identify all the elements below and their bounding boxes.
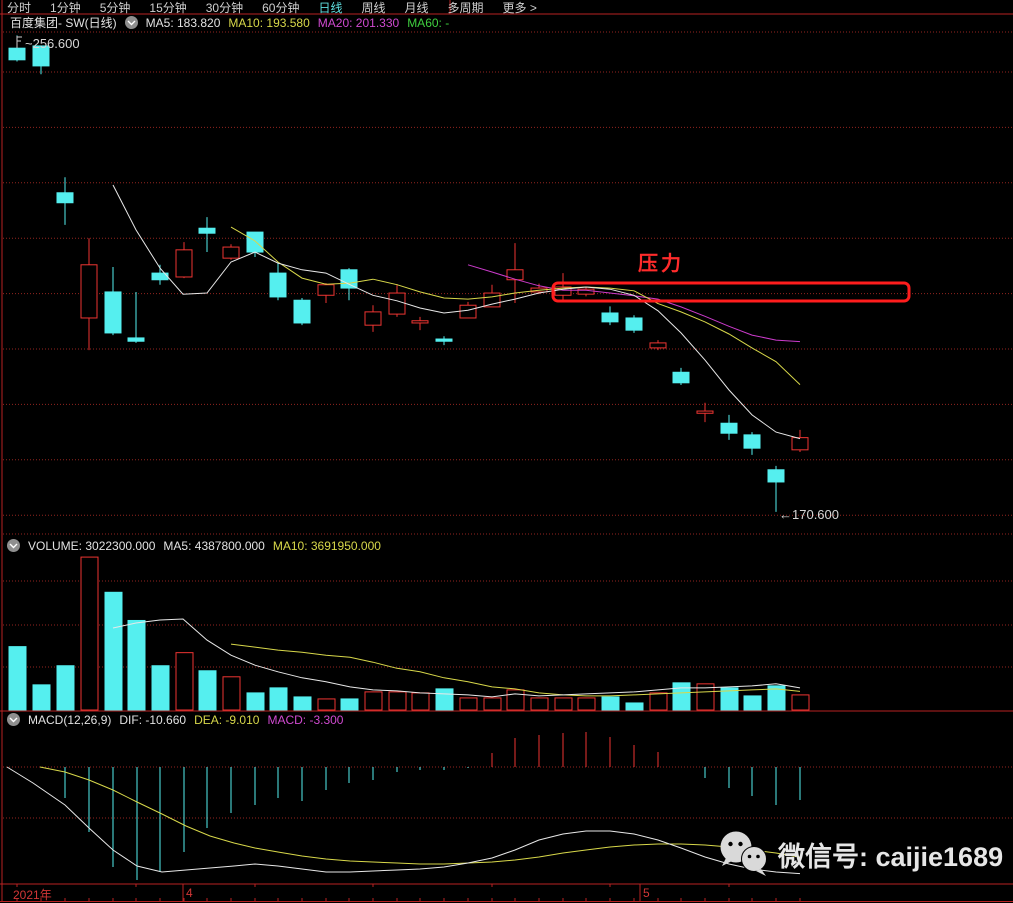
volume-bar-19 xyxy=(459,697,478,711)
candle-4 xyxy=(104,267,122,336)
volume-bar-12 xyxy=(293,696,312,711)
volume-bar-27 xyxy=(649,692,668,711)
menu-item-9[interactable]: 多周期 xyxy=(448,0,484,16)
ma5-line xyxy=(112,184,801,440)
macd-indicator-row: MACD(12,26,9) DIF: -10.660 DEA: -9.010 M… xyxy=(7,712,343,727)
volume-bar-20 xyxy=(483,697,502,711)
candle-31 xyxy=(743,432,761,455)
ma20-value: MA20: 201.330 xyxy=(317,15,400,30)
volume-ma10-line xyxy=(230,643,801,697)
menu-item-7[interactable]: 周线 xyxy=(361,0,385,16)
volume-indicator-row: VOLUME: 3022300.000 MA5: 4387800.000 MA1… xyxy=(7,538,381,553)
collapse-chevron-icon[interactable] xyxy=(7,713,20,726)
candle-23 xyxy=(554,273,572,302)
candle-15 xyxy=(364,305,382,332)
ma10-value: MA10: 193.580 xyxy=(228,15,310,30)
chart-canvas[interactable] xyxy=(0,0,1013,903)
stock-chart-window: 分时 1分钟 5分钟 15分钟 30分钟 60分钟 日线 周线 月线 多周期 更多 > 百度集团- … xyxy=(0,0,1013,903)
volume-ma5-value: MA5: 4387800.000 xyxy=(163,538,265,553)
candle-10 xyxy=(246,231,264,258)
menu-item-5[interactable]: 60分钟 xyxy=(262,0,299,16)
candle-5 xyxy=(127,291,145,343)
x-axis-label-0: 2021年 xyxy=(13,888,52,902)
menu-item-6[interactable]: 日线 xyxy=(318,0,342,16)
volume-bar-33 xyxy=(791,694,810,711)
volume-bar-14 xyxy=(340,698,359,711)
ma5-value: MA5: 183.820 xyxy=(145,15,221,30)
candle-9 xyxy=(222,244,240,260)
volume-bar-18 xyxy=(435,688,454,711)
wechat-icon xyxy=(720,831,767,876)
menu-item-10[interactable]: 更多 > xyxy=(503,0,537,16)
watermark: 微信号: caijie1689 xyxy=(716,829,1003,879)
volume-bar-26 xyxy=(625,702,644,711)
volume-ma10-value: MA10: 3691950.000 xyxy=(272,538,381,553)
candle-2 xyxy=(56,177,74,225)
candle-7 xyxy=(175,242,193,279)
menu-item-8[interactable]: 月线 xyxy=(405,0,429,16)
dif-line xyxy=(6,766,801,875)
volume-bar-24 xyxy=(577,697,596,711)
volume-bar-1 xyxy=(32,684,51,711)
candle-26 xyxy=(625,315,643,333)
volume-bar-21 xyxy=(506,689,525,711)
macd-value: MACD: -3.300 xyxy=(267,712,344,727)
volume-bar-9 xyxy=(222,676,241,711)
candle-3 xyxy=(80,238,98,351)
x-axis-label-1: 4 xyxy=(186,886,193,900)
volume-bar-23 xyxy=(554,697,573,711)
volume-bar-3 xyxy=(80,556,99,711)
symbol-title: 百度集团- SW(日线) xyxy=(10,16,117,30)
candle-29 xyxy=(696,402,714,423)
candle-11 xyxy=(269,263,287,301)
volume-bar-6 xyxy=(151,665,170,711)
menu-item-4[interactable]: 30分钟 xyxy=(206,0,243,16)
pressure-annotation-label: 压力 xyxy=(638,253,684,275)
low-price-label: ←170.600 xyxy=(779,507,839,522)
volume-bar-25 xyxy=(601,696,620,711)
pressure-annotation-rect xyxy=(551,281,911,303)
dif-value: DIF: -10.660 xyxy=(119,712,187,727)
candle-18 xyxy=(435,336,453,346)
dea-value: DEA: -9.010 xyxy=(194,712,260,727)
candle-33 xyxy=(791,429,809,453)
collapse-chevron-icon[interactable] xyxy=(124,16,138,29)
candle-17 xyxy=(411,316,429,331)
chart-title-row: 百度集团- SW(日线) MA5: 183.820 MA10: 193.580 … xyxy=(10,15,450,31)
timeframe-menubar: 分时 1分钟 5分钟 15分钟 30分钟 60分钟 日线 周线 月线 多周期 更多 > xyxy=(7,0,537,16)
volume-value: VOLUME: 3022300.000 xyxy=(28,538,156,553)
volume-bar-4 xyxy=(104,591,123,711)
candle-28 xyxy=(672,367,690,386)
candle-25 xyxy=(601,306,619,326)
volume-bar-17 xyxy=(411,692,430,711)
volume-bar-2 xyxy=(56,665,75,711)
ma60-value: MA60: - xyxy=(407,15,450,30)
candle-24 xyxy=(577,286,595,297)
x-axis-label-2: 5 xyxy=(643,886,650,900)
volume-bar-10 xyxy=(246,692,265,711)
menu-item-3[interactable]: 15分钟 xyxy=(149,0,186,16)
candle-30 xyxy=(720,414,738,440)
volume-bar-13 xyxy=(317,698,336,711)
volume-bar-16 xyxy=(388,691,407,711)
candle-12 xyxy=(293,298,311,326)
volume-bar-31 xyxy=(743,695,762,711)
high-flag-icon xyxy=(16,36,22,48)
high-price-label: ~256.600 xyxy=(25,36,80,51)
volume-bar-7 xyxy=(175,652,194,711)
collapse-chevron-icon[interactable] xyxy=(7,539,20,552)
volume-bar-22 xyxy=(530,697,549,711)
macd-name: MACD(12,26,9) xyxy=(28,712,112,727)
candle-13 xyxy=(317,283,335,304)
watermark-text: 微信号: caijie1689 xyxy=(778,841,1004,872)
candle-8 xyxy=(198,217,216,253)
volume-bar-5 xyxy=(127,619,146,711)
volume-bar-11 xyxy=(269,687,288,711)
candle-32 xyxy=(767,465,785,512)
volume-bar-15 xyxy=(364,691,383,711)
volume-bar-0 xyxy=(8,646,27,711)
volume-bar-8 xyxy=(198,670,217,711)
volume-bar-28 xyxy=(672,682,691,711)
